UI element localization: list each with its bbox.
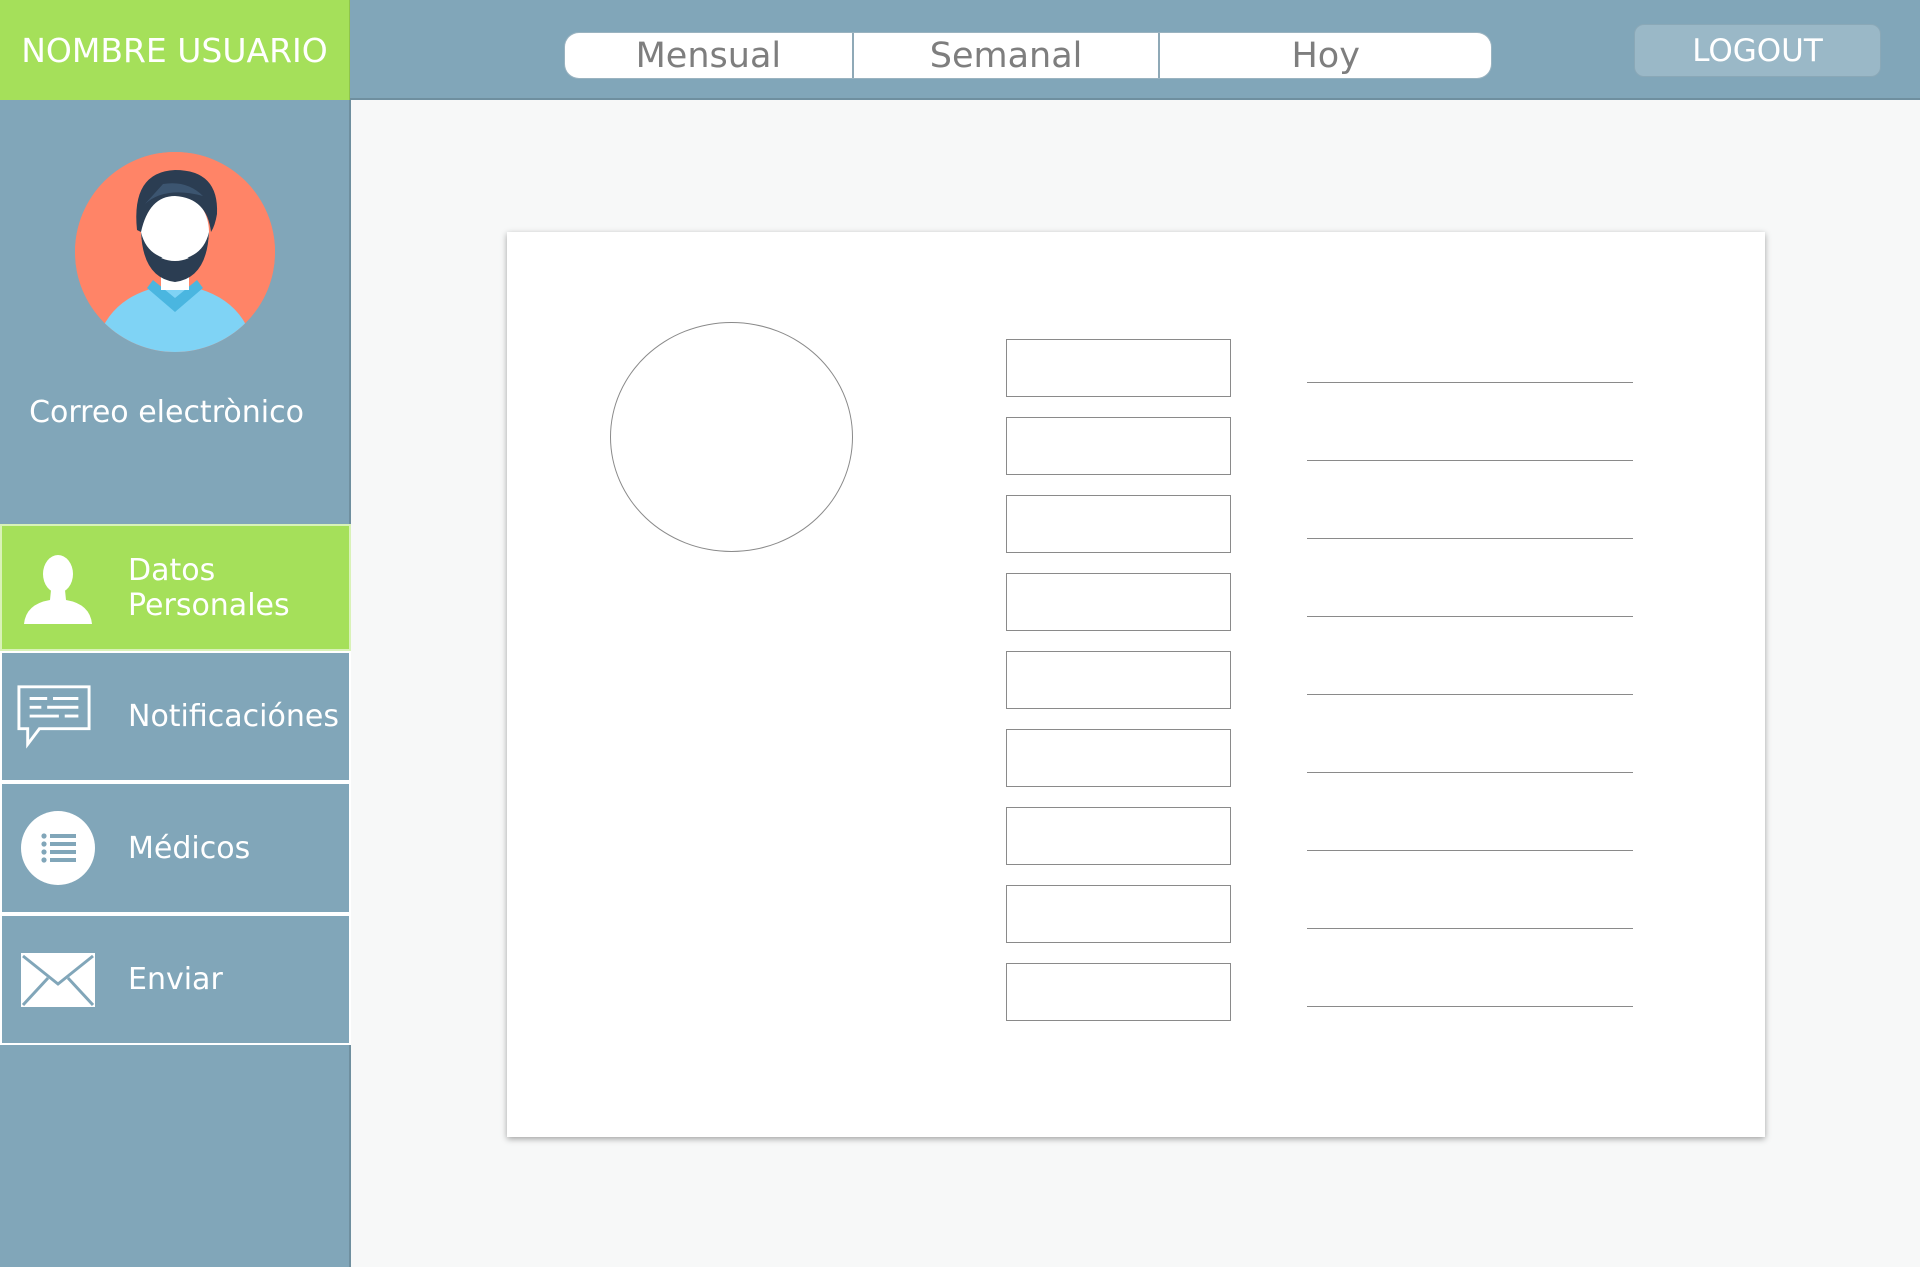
sidebar-item-notificaciones[interactable]: Notificaciónes	[0, 651, 351, 782]
field-label-box	[1006, 963, 1231, 1021]
field-input-line[interactable]	[1307, 382, 1633, 383]
sidebar-item-datos-personales[interactable]: Datos Personales	[0, 524, 351, 651]
tab-semanal[interactable]: Semanal	[851, 33, 1159, 78]
envelope-icon	[20, 942, 96, 1018]
field-input-line[interactable]	[1307, 616, 1633, 617]
logout-button[interactable]: LOGOUT	[1634, 24, 1881, 77]
field-input-line[interactable]	[1307, 460, 1633, 461]
field-label-box	[1006, 339, 1231, 397]
field-input-line[interactable]	[1307, 538, 1633, 539]
field-input-line[interactable]	[1307, 850, 1633, 851]
photo-placeholder[interactable]	[610, 322, 853, 552]
sidebar-item-label: Médicos	[128, 830, 251, 866]
sidebar-item-label: Notificaciónes	[128, 699, 339, 734]
field-input-line[interactable]	[1307, 694, 1633, 695]
list-icon	[20, 810, 96, 886]
field-label-box	[1006, 729, 1231, 787]
sidebar-item-enviar[interactable]: Enviar	[0, 914, 351, 1045]
field-label-box	[1006, 885, 1231, 943]
field-input-line[interactable]	[1307, 1006, 1633, 1007]
tab-mensual[interactable]: Mensual	[565, 33, 852, 78]
tab-hoy[interactable]: Hoy	[1158, 33, 1491, 78]
sidebar-item-medicos[interactable]: Médicos	[0, 782, 351, 914]
field-label-box	[1006, 417, 1231, 475]
period-tabs: Mensual Semanal Hoy	[565, 33, 1491, 78]
username-label: NOMBRE USUARIO	[0, 0, 350, 100]
avatar	[75, 152, 275, 352]
chat-bubble-icon	[16, 679, 92, 755]
sidebar-item-label: Enviar	[128, 962, 223, 997]
personal-data-card	[507, 232, 1765, 1137]
field-label-box	[1006, 573, 1231, 631]
field-input-line[interactable]	[1307, 772, 1633, 773]
field-input-line[interactable]	[1307, 928, 1633, 929]
person-icon	[20, 550, 96, 626]
sidebar-item-label: Datos Personales	[128, 552, 290, 623]
field-label-box	[1006, 495, 1231, 553]
user-email-label: Correo electrònico	[29, 395, 304, 430]
field-label-box	[1006, 651, 1231, 709]
field-label-box	[1006, 807, 1231, 865]
avatar-illustration	[75, 152, 275, 352]
